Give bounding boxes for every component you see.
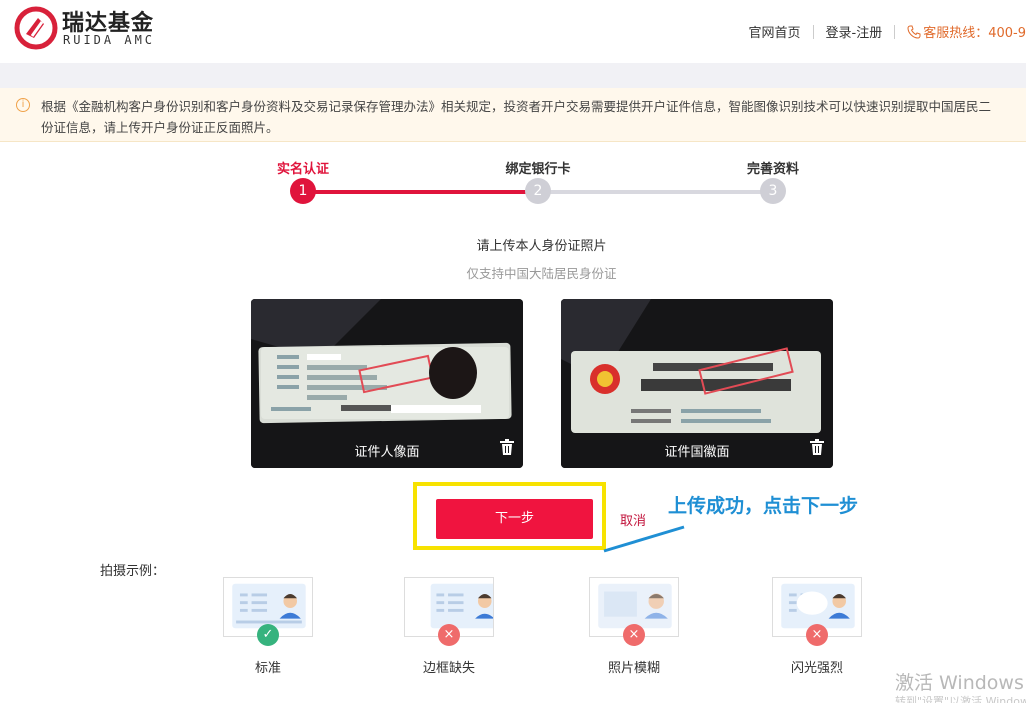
id-card-back-caption: 证件国徽面 <box>664 445 730 460</box>
example-blurry-caption: 照片模糊 <box>607 661 660 676</box>
example-standard-caption: 标准 <box>254 661 281 676</box>
example-border-missing: × 边框缺失 <box>404 577 499 676</box>
step-line-1 <box>303 190 538 194</box>
windows-activation-subtext: 转到"设置"以激活 Windows <box>895 695 1026 703</box>
annotation-text: 上传成功，点击下一步 <box>668 495 859 517</box>
cross-icon: × <box>438 624 460 646</box>
id-card-front-caption: 证件人像面 <box>354 445 420 460</box>
example-border-missing-caption: 边框缺失 <box>422 661 475 676</box>
check-icon: ✓ <box>257 624 279 646</box>
nav-home-link[interactable]: 官网首页 <box>749 22 801 41</box>
delete-front-trash-icon[interactable] <box>499 438 515 456</box>
step-label-3: 完善资料 <box>746 162 800 177</box>
progress-steps: 实名认证 绑定银行卡 完善资料 1 2 3 <box>0 150 1026 210</box>
site-header: 瑞达基金 RUIDA AMC 官网首页 登录-注册 客服热线：400-9 <box>0 0 1026 63</box>
example-standard: ✓ 标准 <box>223 577 313 676</box>
step-label-1: 实名认证 <box>276 162 330 177</box>
example-flash-glare-caption: 闪光强烈 <box>790 661 843 676</box>
step-number-3: 3 <box>760 178 786 204</box>
notice-line-2: 份证信息，请上传开户身份证正反面照片。 <box>41 120 279 135</box>
examples-label: 拍摄示例： <box>100 564 166 579</box>
upload-subtitle: 仅支持中国大陆居民身份证 <box>466 266 617 281</box>
upload-title: 请上传本人身份证照片 <box>476 239 607 254</box>
logo-text-en: RUIDA AMC <box>63 33 156 47</box>
id-card-front-upload[interactable]: 证件人像面 <box>251 299 523 468</box>
hotline: 客服热线：400-9 <box>907 22 1026 41</box>
nav-login-link[interactable]: 登录-注册 <box>826 22 883 41</box>
step-line-2 <box>538 190 773 194</box>
example-flash-glare: × 闪光强烈 <box>772 577 862 676</box>
nav-divider <box>812 24 814 39</box>
step-number-1: 1 <box>290 178 316 204</box>
notice-banner: i 根据《金融机构客户身份识别和客户身份资料及交易记录保存管理办法》相关规定，投… <box>0 88 1026 142</box>
delete-back-trash-icon[interactable] <box>809 438 825 456</box>
next-step-button[interactable]: 下一步 <box>436 499 593 539</box>
phone-icon <box>907 25 921 39</box>
page: 瑞达基金 RUIDA AMC 官网首页 登录-注册 客服热线：400-9 i 根… <box>0 0 1026 703</box>
notice-line-1: 根据《金融机构客户身份识别和客户身份资料及交易记录保存管理办法》相关规定，投资者… <box>41 99 992 114</box>
ruida-logo-icon[interactable] <box>14 6 58 50</box>
cross-icon: × <box>623 624 645 646</box>
header-divider-band <box>0 63 1026 88</box>
notice-text: 根据《金融机构客户身份识别和客户身份资料及交易记录保存管理办法》相关规定，投资者… <box>41 96 1026 138</box>
hotline-text: 客服热线：400-9 <box>923 26 1026 41</box>
info-icon: i <box>16 98 30 112</box>
step-number-2: 2 <box>525 178 551 204</box>
nav-divider <box>894 24 896 39</box>
id-card-back-upload[interactable]: 证件国徽面 <box>561 299 833 468</box>
cross-icon: × <box>806 624 828 646</box>
example-blurry: × 照片模糊 <box>589 577 679 676</box>
windows-activation-watermark: 激活 Windows <box>895 672 1024 694</box>
step-label-2: 绑定银行卡 <box>505 162 571 177</box>
top-nav: 官网首页 登录-注册 客服热线：400-9 <box>749 22 1026 41</box>
